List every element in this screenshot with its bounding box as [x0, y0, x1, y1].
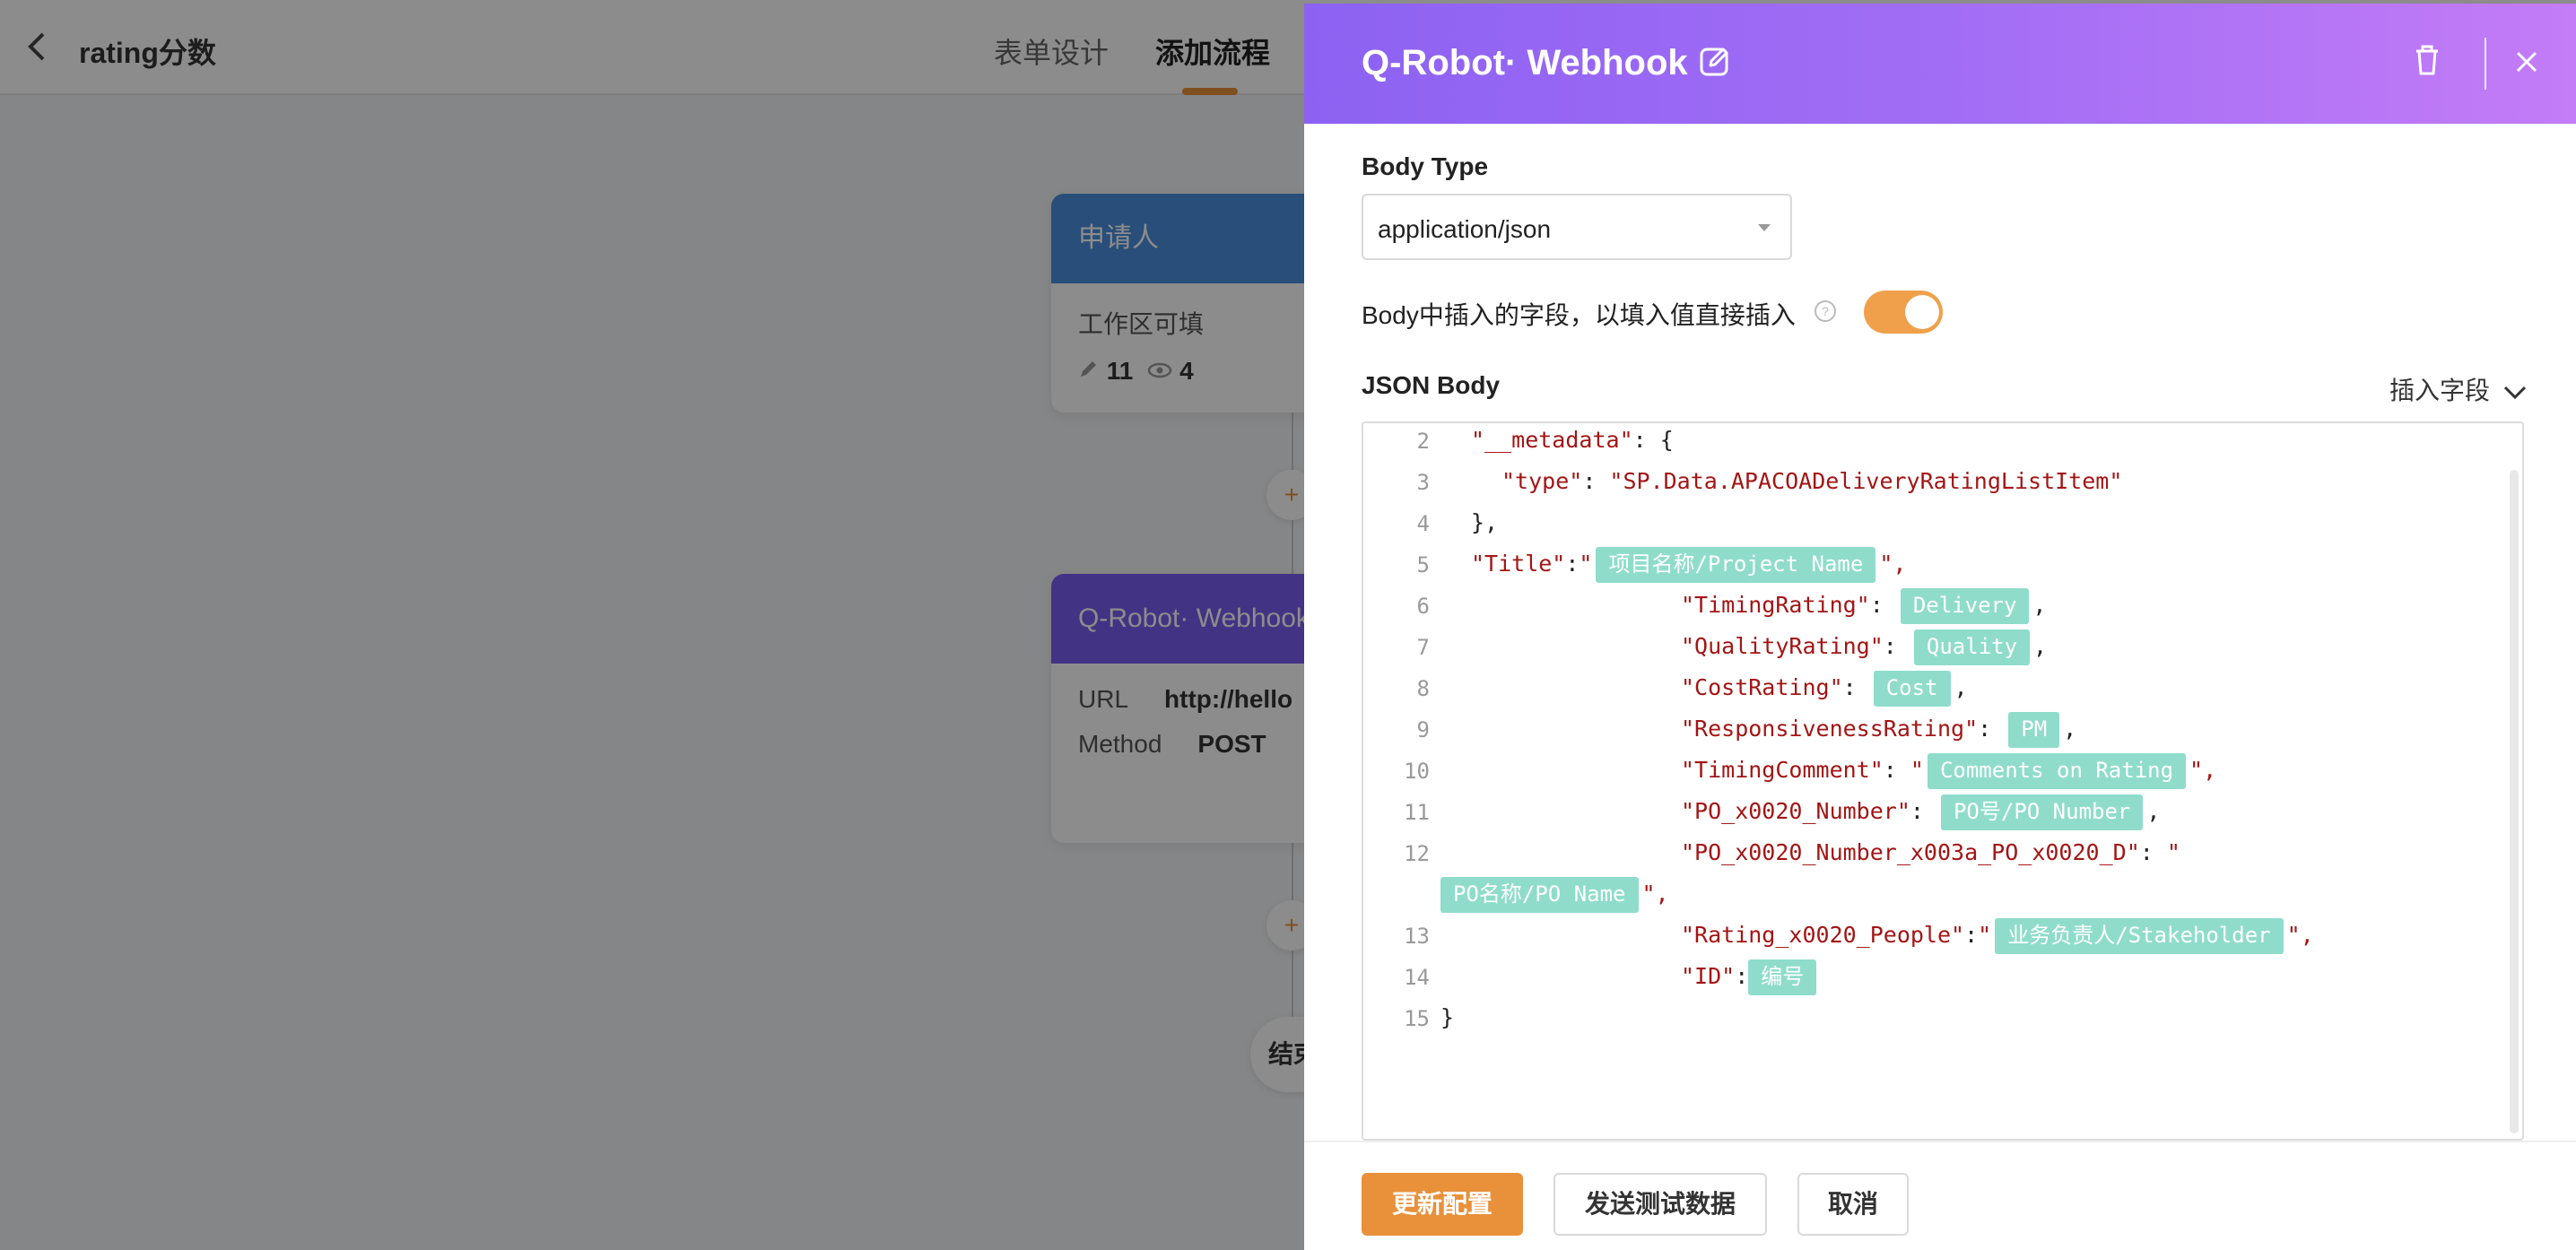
line-number: 13	[1404, 924, 1430, 949]
code-line: "QualityRating": Quality,	[1681, 626, 2047, 667]
field-tag[interactable]: 项目名称/Project Name	[1596, 547, 1876, 583]
field-tag[interactable]: Delivery	[1900, 588, 2030, 624]
code-line: "PO_x0020_Number": PO号/PO Number,	[1681, 791, 2160, 832]
code-line: "__metadata": {	[1471, 427, 1674, 453]
line-number: 14	[1404, 965, 1430, 990]
line-number: 7	[1416, 635, 1430, 660]
json-body-label: JSON Body	[1362, 371, 1501, 399]
webhook-drawer: Q-Robot· Webhook Body Type application/j…	[1304, 4, 2576, 1250]
line-number: 12	[1404, 841, 1430, 866]
code-line: "TimingRating": Delivery,	[1681, 585, 2046, 626]
editor-scrollbar[interactable]	[2510, 470, 2519, 1133]
update-config-button[interactable]: 更新配置	[1362, 1173, 1523, 1236]
field-tag[interactable]: Quality	[1913, 629, 2031, 665]
line-number: 15	[1404, 1006, 1430, 1031]
line-number: 3	[1416, 470, 1430, 495]
send-test-data-button[interactable]: 发送测试数据	[1553, 1173, 1767, 1236]
line-number: 9	[1416, 717, 1430, 742]
drawer-header: Q-Robot· Webhook	[1304, 4, 2576, 124]
header-divider	[2485, 38, 2486, 90]
line-number: 8	[1416, 676, 1430, 701]
field-tag[interactable]: Comments on Rating	[1927, 753, 2187, 789]
code-line: },	[1471, 509, 1499, 535]
insert-field-dropdown[interactable]: 插入字段	[2389, 371, 2528, 407]
toggle-label: Body中插入的字段，以填入值直接插入	[1362, 301, 1796, 329]
field-tag[interactable]: Cost	[1873, 671, 1951, 707]
code-line: "ResponsivenessRating": PM,	[1681, 708, 2076, 750]
chevron-down-icon	[2503, 386, 2526, 399]
line-number: 2	[1416, 429, 1430, 454]
field-tag[interactable]: PO号/PO Number	[1940, 794, 2144, 830]
field-tag[interactable]: PM	[2008, 712, 2060, 748]
body-type-value: application/json	[1378, 215, 1552, 243]
edit-icon[interactable]	[1699, 45, 1731, 82]
cancel-button[interactable]: 取消	[1797, 1173, 1909, 1236]
line-number: 6	[1416, 594, 1430, 619]
caret-down-icon	[1758, 224, 1771, 231]
code-line: "TimingComment": " Comments on Rating ",	[1681, 750, 2216, 791]
code-line: "CostRating": Cost,	[1681, 667, 1968, 708]
drawer-title: Q-Robot· Webhook	[1362, 43, 1688, 82]
field-tag[interactable]: 业务负责人/Stakeholder	[1995, 918, 2284, 954]
insert-field-label: 插入字段	[2389, 377, 2491, 404]
code-line: "PO_x0020_Number_x003a_PO_x0020_D": "	[1681, 839, 2180, 865]
field-tag[interactable]: 编号	[1748, 959, 1817, 995]
line-number: 11	[1404, 800, 1430, 825]
line-number: 10	[1404, 759, 1430, 784]
code-line: "ID": 编号	[1681, 956, 1820, 997]
svg-text:?: ?	[1822, 304, 1829, 318]
close-icon[interactable]	[2513, 48, 2540, 80]
body-type-select[interactable]: application/json	[1362, 194, 1792, 260]
help-icon[interactable]: ?	[1814, 299, 1837, 327]
code-line: "Title":" 项目名称/Project Name ",	[1471, 543, 1906, 585]
line-number: 4	[1416, 511, 1430, 536]
drawer-footer: 更新配置 发送测试数据 取消	[1304, 1141, 2576, 1250]
code-line: "type": "SP.Data.APACOADeliveryRatingLis…	[1501, 468, 2123, 494]
json-code-editor[interactable]: 2 "__metadata": { 3 "type": "SP.Data.APA…	[1362, 421, 2524, 1141]
toggle-knob	[1905, 295, 1939, 329]
body-type-label: Body Type	[1362, 152, 1489, 180]
line-number: 5	[1416, 552, 1430, 577]
direct-insert-toggle[interactable]	[1864, 291, 1943, 334]
code-line: }	[1440, 1004, 1455, 1030]
trash-icon[interactable]	[2413, 43, 2441, 82]
code-line-wrapped: PO名称/PO Name ",	[1440, 873, 1669, 915]
field-tag[interactable]: PO名称/PO Name	[1440, 877, 1639, 913]
code-line: "Rating_x0020_People":" 业务负责人/Stakeholder…	[1681, 915, 2314, 956]
